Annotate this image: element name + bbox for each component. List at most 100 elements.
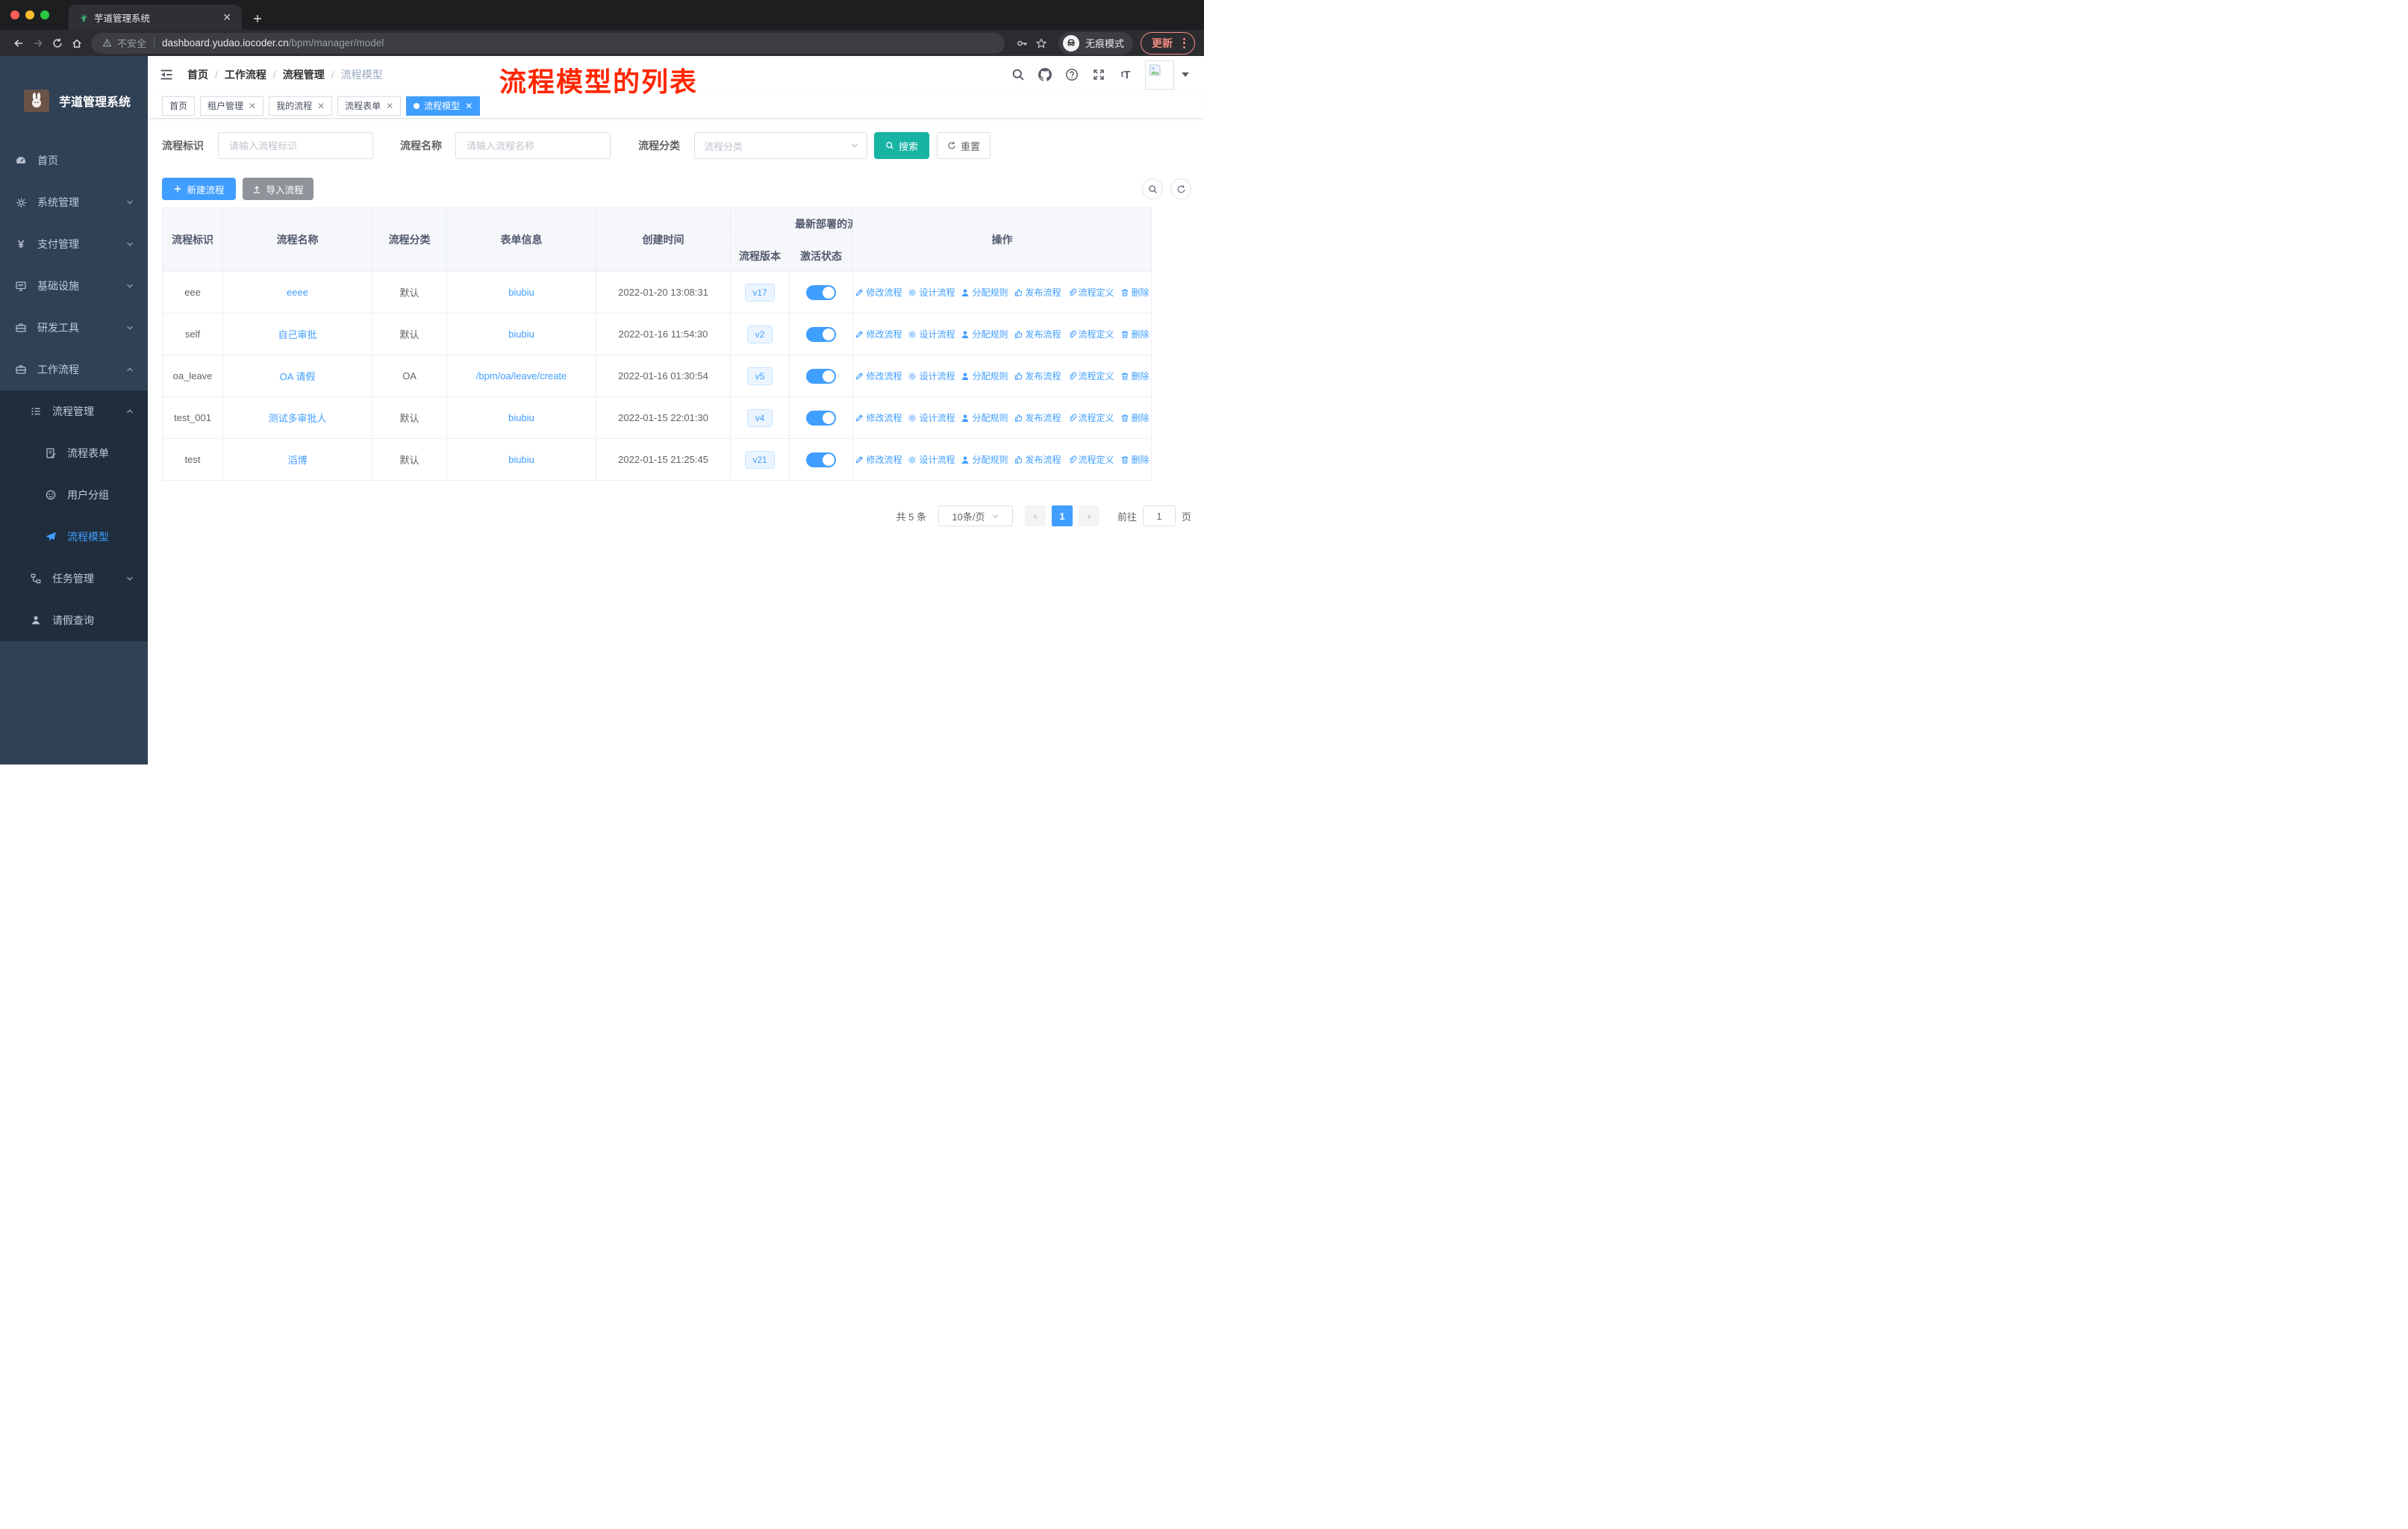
sidebar-item-process-model[interactable]: 流程模型 — [0, 516, 148, 558]
sidebar-logo-row[interactable]: 芋道管理系统 — [0, 56, 148, 128]
sidebar-item-home[interactable]: 首页 — [0, 140, 148, 181]
window-close-button[interactable] — [10, 10, 19, 19]
modify-flow-action[interactable]: 修改流程 — [855, 411, 902, 424]
sidebar-item-leave-query[interactable]: 请假查询 — [0, 600, 148, 641]
flow-definition-action[interactable]: 流程定义 — [1067, 453, 1114, 466]
form-link[interactable]: biubiu — [508, 328, 534, 340]
design-flow-action[interactable]: 设计流程 — [908, 328, 955, 340]
flow-definition-action[interactable]: 流程定义 — [1067, 328, 1114, 340]
close-icon[interactable]: ✕ — [386, 102, 393, 110]
sidebar-item-workflow[interactable]: 工作流程 — [0, 349, 148, 390]
publish-flow-action[interactable]: 发布流程 — [1014, 286, 1061, 299]
publish-flow-action[interactable]: 发布流程 — [1014, 328, 1061, 340]
sidebar-item-payment-management[interactable]: ¥ 支付管理 — [0, 223, 148, 265]
publish-flow-action[interactable]: 发布流程 — [1014, 370, 1061, 382]
sidebar-item-task-management[interactable]: 任务管理 — [0, 558, 148, 600]
sidebar-item-process-form[interactable]: 流程表单 — [0, 432, 148, 474]
delete-action[interactable]: 删除 — [1120, 286, 1150, 299]
close-icon[interactable]: ✕ — [465, 102, 472, 110]
delete-action[interactable]: 删除 — [1120, 370, 1150, 382]
update-button[interactable]: 更新 — [1141, 31, 1195, 55]
page-size-select[interactable]: 10条/页 — [938, 505, 1013, 526]
active-toggle[interactable] — [806, 326, 836, 342]
tag-tenant-management[interactable]: 租户管理 ✕ — [200, 96, 264, 116]
window-minimize-button[interactable] — [25, 10, 34, 19]
form-link[interactable]: biubiu — [508, 412, 534, 423]
design-flow-action[interactable]: 设计流程 — [908, 370, 955, 382]
process-name-link[interactable]: 自己审批 — [278, 329, 316, 340]
tag-my-process[interactable]: 我的流程 ✕ — [269, 96, 333, 116]
form-link[interactable]: biubiu — [508, 454, 534, 465]
address-bar[interactable]: 不安全 dashboard.yudao.iocoder.cn /bpm/mana… — [91, 32, 1005, 54]
import-process-button[interactable]: 导入流程 — [243, 178, 314, 200]
process-category-select[interactable]: 流程分类 — [694, 132, 867, 159]
help-icon[interactable] — [1064, 67, 1079, 82]
delete-action[interactable]: 删除 — [1120, 411, 1150, 424]
form-link[interactable]: /bpm/oa/leave/create — [476, 370, 567, 382]
new-tab-button[interactable] — [252, 13, 263, 24]
process-name-link[interactable]: 滔博 — [287, 455, 307, 466]
window-zoom-button[interactable] — [40, 10, 49, 19]
modify-flow-action[interactable]: 修改流程 — [855, 286, 902, 299]
process-name-link[interactable]: 测试多审批人 — [268, 413, 326, 424]
github-icon[interactable] — [1038, 67, 1052, 82]
flow-definition-action[interactable]: 流程定义 — [1067, 370, 1114, 382]
page-jump-input[interactable] — [1142, 505, 1176, 526]
font-size-icon[interactable]: tT — [1118, 67, 1133, 82]
reset-button[interactable]: 重置 — [937, 132, 991, 159]
active-toggle[interactable] — [806, 452, 836, 467]
delete-action[interactable]: 删除 — [1120, 328, 1150, 340]
assign-rule-action[interactable]: 分配规则 — [961, 328, 1008, 340]
reload-button[interactable] — [48, 34, 67, 53]
publish-flow-action[interactable]: 发布流程 — [1014, 411, 1061, 424]
breadcrumb-process-management[interactable]: 流程管理 — [283, 67, 325, 82]
process-name-link[interactable]: OA 请假 — [280, 371, 316, 382]
assign-rule-action[interactable]: 分配规则 — [961, 286, 1008, 299]
sidebar-item-user-group[interactable]: 用户分组 — [0, 474, 148, 516]
process-key-input[interactable] — [218, 132, 373, 159]
close-icon[interactable]: ✕ — [317, 102, 325, 110]
tag-home[interactable]: 首页 — [162, 96, 196, 116]
flow-definition-action[interactable]: 流程定义 — [1067, 411, 1114, 424]
browser-menu-icon[interactable] — [1180, 37, 1188, 49]
modify-flow-action[interactable]: 修改流程 — [855, 370, 902, 382]
current-page-button[interactable]: 1 — [1051, 505, 1073, 526]
design-flow-action[interactable]: 设计流程 — [908, 286, 955, 299]
home-button[interactable] — [67, 34, 87, 53]
fullscreen-icon[interactable] — [1091, 67, 1106, 82]
delete-action[interactable]: 删除 — [1120, 453, 1150, 466]
sidebar-item-dev-tools[interactable]: 研发工具 — [0, 307, 148, 349]
password-key-icon[interactable] — [1012, 34, 1032, 53]
design-flow-action[interactable]: 设计流程 — [908, 453, 955, 466]
prev-page-button[interactable]: ‹ — [1024, 505, 1046, 526]
design-flow-action[interactable]: 设计流程 — [908, 411, 955, 424]
assign-rule-action[interactable]: 分配规则 — [961, 411, 1008, 424]
sidebar-item-process-management[interactable]: 流程管理 — [0, 390, 148, 432]
modify-flow-action[interactable]: 修改流程 — [855, 328, 902, 340]
search-button[interactable]: 搜索 — [874, 132, 929, 159]
active-toggle[interactable] — [806, 284, 836, 300]
modify-flow-action[interactable]: 修改流程 — [855, 453, 902, 466]
search-icon[interactable] — [1011, 67, 1026, 82]
tag-process-form[interactable]: 流程表单 ✕ — [337, 96, 402, 116]
process-name-link[interactable]: eeee — [287, 287, 308, 298]
back-button[interactable] — [9, 34, 28, 53]
publish-flow-action[interactable]: 发布流程 — [1014, 453, 1061, 466]
flow-definition-action[interactable]: 流程定义 — [1067, 286, 1114, 299]
bookmark-star-icon[interactable] — [1032, 34, 1051, 53]
toggle-search-button[interactable] — [1142, 178, 1163, 199]
assign-rule-action[interactable]: 分配规则 — [961, 453, 1008, 466]
form-link[interactable]: biubiu — [508, 287, 534, 298]
sidebar-item-infrastructure[interactable]: 基础设施 — [0, 265, 148, 307]
create-process-button[interactable]: 新建流程 — [162, 178, 236, 200]
active-toggle[interactable] — [806, 410, 836, 426]
active-toggle[interactable] — [806, 368, 836, 384]
breadcrumb-home[interactable]: 首页 — [187, 67, 208, 82]
hamburger-icon[interactable] — [159, 66, 175, 83]
tag-process-model[interactable]: 流程模型 ✕ — [406, 96, 481, 116]
assign-rule-action[interactable]: 分配规则 — [961, 370, 1008, 382]
avatar-caret-icon[interactable] — [1182, 72, 1189, 77]
sidebar-item-system-management[interactable]: 系统管理 — [0, 181, 148, 223]
avatar[interactable] — [1145, 60, 1174, 90]
browser-tab[interactable]: 芋道管理系统 ✕ — [69, 4, 242, 30]
